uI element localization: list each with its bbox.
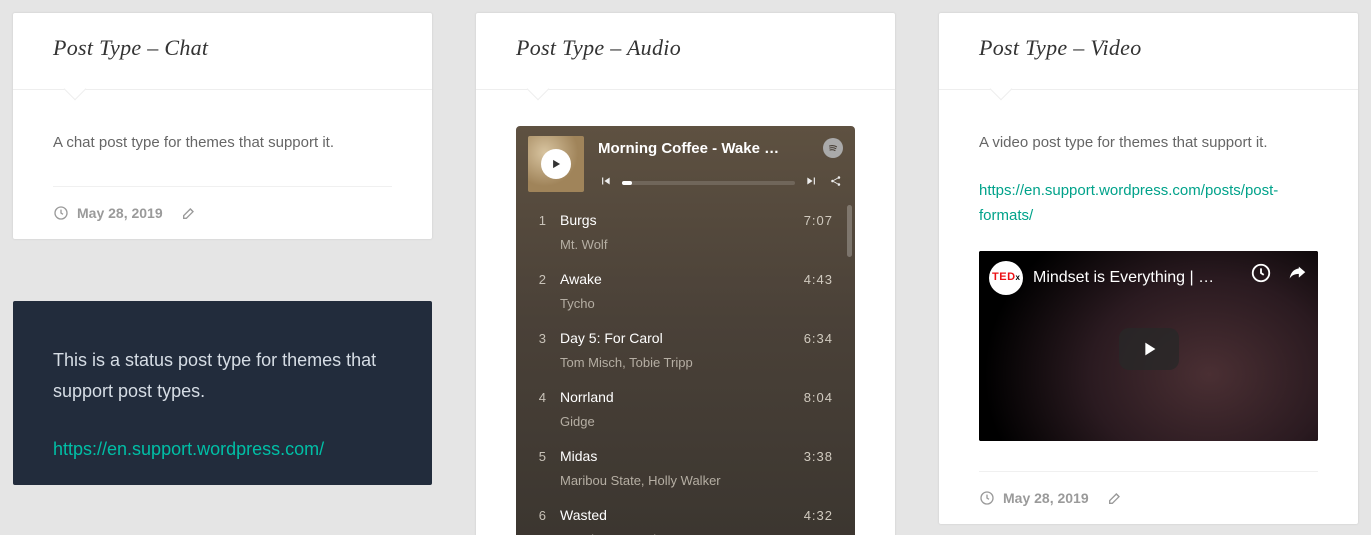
track-duration: 3:38 — [804, 445, 833, 468]
track-artist: Tom Misch, Tobie Tripp — [560, 352, 790, 374]
track-row[interactable]: 6 WastedSatori, Hugo Oak 4:32 — [516, 498, 855, 535]
spotify-logo-icon[interactable] — [823, 138, 843, 158]
track-artist: Satori, Hugo Oak — [560, 529, 790, 535]
share-button[interactable] — [829, 172, 843, 196]
track-artist: Tycho — [560, 293, 790, 315]
track-duration: 4:32 — [804, 504, 833, 527]
video-title[interactable]: Mindset is Everything | … — [1033, 264, 1240, 291]
track-index: 6 — [532, 504, 546, 527]
track-index: 3 — [532, 327, 546, 350]
post-card-audio: Post Type – Audio Morning Coffee - Wake … — [476, 13, 895, 535]
track-row[interactable]: 4 NorrlandGidge 8:04 — [516, 380, 855, 439]
post-excerpt: A video post type for themes that suppor… — [979, 130, 1318, 156]
track-name: Day 5: For Carol — [560, 327, 790, 351]
edit-post-button[interactable] — [181, 205, 197, 221]
spotify-player: Morning Coffee - Wake … — [516, 126, 855, 535]
post-date[interactable]: May 28, 2019 — [53, 205, 163, 221]
status-text: This is a status post type for themes th… — [53, 345, 392, 408]
track-index: 1 — [532, 209, 546, 232]
track-duration: 4:43 — [804, 268, 833, 291]
track-index: 4 — [532, 386, 546, 409]
post-formats-link[interactable]: https://en.support.wordpress.com/posts/p… — [979, 182, 1278, 225]
track-index: 2 — [532, 268, 546, 291]
album-cover — [528, 136, 584, 192]
track-name: Wasted — [560, 504, 790, 528]
youtube-player[interactable]: TEDx Mindset is Everything | … — [979, 251, 1318, 441]
track-index: 5 — [532, 445, 546, 468]
clock-icon — [53, 205, 69, 221]
share-button[interactable] — [1286, 262, 1308, 293]
post-excerpt: A chat post type for themes that support… — [53, 130, 392, 156]
post-date[interactable]: May 28, 2019 — [979, 490, 1089, 506]
track-row[interactable]: 2 AwakeTycho 4:43 — [516, 262, 855, 321]
scrollbar[interactable] — [847, 205, 852, 257]
card-header: Post Type – Audio — [476, 13, 895, 90]
edit-post-button[interactable] — [1107, 490, 1123, 506]
progress-bar[interactable] — [622, 181, 795, 185]
status-link[interactable]: https://en.support.wordpress.com/ — [53, 439, 324, 459]
track-row[interactable]: 3 Day 5: For CarolTom Misch, Tobie Tripp… — [516, 321, 855, 380]
card-footer: May 28, 2019 — [939, 472, 1358, 524]
card-body: Morning Coffee - Wake … — [476, 90, 895, 535]
track-duration: 8:04 — [804, 386, 833, 409]
track-row[interactable]: 5 MidasMaribou State, Holly Walker 3:38 — [516, 439, 855, 498]
play-button[interactable] — [541, 149, 571, 179]
post-title[interactable]: Post Type – Video — [979, 35, 1318, 61]
watch-later-button[interactable] — [1250, 262, 1272, 293]
card-body: A chat post type for themes that support… — [13, 90, 432, 186]
post-date-text: May 28, 2019 — [77, 205, 163, 221]
track-row[interactable]: 1 BurgsMt. Wolf 7:07 — [516, 203, 855, 262]
card-header: Post Type – Chat — [13, 13, 432, 90]
track-artist: Gidge — [560, 411, 790, 433]
prev-track-button[interactable] — [598, 172, 612, 196]
track-name: Midas — [560, 445, 790, 469]
post-title[interactable]: Post Type – Chat — [53, 35, 392, 61]
track-name: Norrland — [560, 386, 790, 410]
card-body: A video post type for themes that suppor… — [939, 90, 1358, 471]
next-track-button[interactable] — [805, 172, 819, 196]
track-duration: 6:34 — [804, 327, 833, 350]
post-card-status: This is a status post type for themes th… — [13, 301, 432, 486]
track-name: Awake — [560, 268, 790, 292]
clock-icon — [979, 490, 995, 506]
play-button[interactable] — [1119, 328, 1179, 370]
post-card-video: Post Type – Video A video post type for … — [939, 13, 1358, 524]
track-duration: 7:07 — [804, 209, 833, 232]
track-name: Burgs — [560, 209, 790, 233]
card-header: Post Type – Video — [939, 13, 1358, 90]
card-footer: May 28, 2019 — [13, 187, 432, 239]
track-list: 1 BurgsMt. Wolf 7:07 2 AwakeTycho 4:43 3… — [516, 199, 855, 535]
channel-avatar[interactable]: TEDx — [989, 261, 1023, 295]
playlist-title[interactable]: Morning Coffee - Wake … — [598, 136, 788, 162]
track-artist: Maribou State, Holly Walker — [560, 470, 790, 492]
post-card-chat: Post Type – Chat A chat post type for th… — [13, 13, 432, 239]
post-date-text: May 28, 2019 — [1003, 490, 1089, 506]
track-artist: Mt. Wolf — [560, 234, 790, 256]
post-title[interactable]: Post Type – Audio — [516, 35, 855, 61]
